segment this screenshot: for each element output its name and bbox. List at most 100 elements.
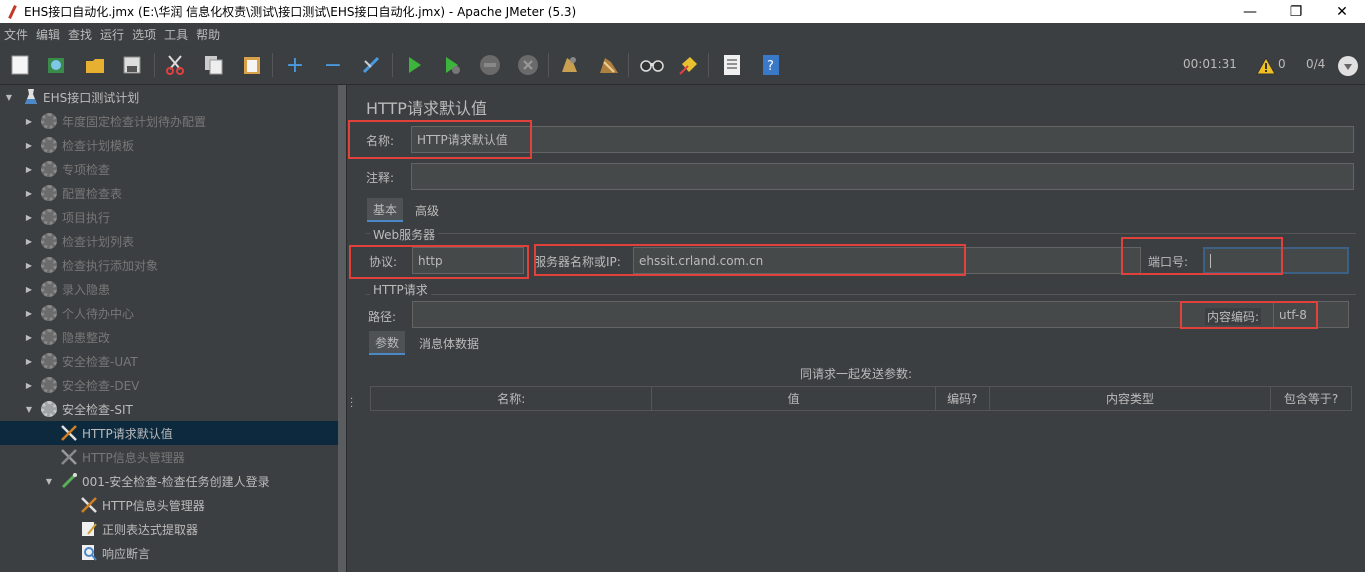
menu-search[interactable]: 查找 xyxy=(68,26,92,43)
minimize-button[interactable]: — xyxy=(1227,0,1273,23)
tree-root[interactable]: ▼ EHS接口测试计划 xyxy=(0,85,346,109)
search-icon[interactable] xyxy=(640,53,664,77)
gear-icon xyxy=(40,136,58,154)
cut-icon[interactable] xyxy=(163,53,187,77)
menu-file[interactable]: 文件 xyxy=(4,26,28,43)
tree-item-sampler-header-manager[interactable]: HTTP信息头管理器 xyxy=(0,493,346,517)
reset-search-icon[interactable] xyxy=(677,53,701,77)
collapse-arrow-icon[interactable]: ▼ xyxy=(44,476,54,486)
tab-body-data[interactable]: 消息体数据 xyxy=(413,331,485,355)
shutdown-icon[interactable] xyxy=(516,53,540,77)
toolbar: + − ? 00:01:31 0 0/4 xyxy=(0,45,1365,85)
tab-parameters[interactable]: 参数 xyxy=(369,331,406,355)
tree-item[interactable]: ▶ 安全检查-DEV xyxy=(0,373,346,397)
expand-arrow-icon[interactable]: ▶ xyxy=(24,260,34,270)
tree-scrollbar[interactable] xyxy=(338,85,346,572)
collapse-arrow-icon[interactable]: ▼ xyxy=(4,92,14,102)
highlight-name xyxy=(348,120,532,159)
wrench-screwdriver-icon xyxy=(60,448,78,466)
expand-arrow-icon[interactable]: ▶ xyxy=(24,116,34,126)
tree-item[interactable]: ▶ 隐患整改 xyxy=(0,325,346,349)
expand-arrow-icon[interactable]: ▶ xyxy=(24,284,34,294)
menu-bar: 文件 编辑 查找 运行 选项 工具 帮助 xyxy=(0,23,1365,45)
help-icon[interactable]: ? xyxy=(759,53,783,77)
column-name[interactable]: 名称: xyxy=(371,387,653,410)
expand-arrow-icon[interactable]: ▶ xyxy=(24,356,34,366)
menu-tools[interactable]: 工具 xyxy=(164,26,188,43)
wrench-screwdriver-icon xyxy=(80,496,98,514)
collapse-all-icon[interactable]: − xyxy=(321,53,345,78)
tree-item-http-defaults[interactable]: HTTP请求默认值 xyxy=(0,421,346,445)
copy-icon[interactable] xyxy=(202,53,226,77)
column-include-equals[interactable]: 包含等于? xyxy=(1271,387,1351,410)
expand-arrow-icon[interactable]: ▶ xyxy=(24,212,34,222)
expand-all-icon[interactable]: + xyxy=(283,53,307,78)
warning-icon[interactable] xyxy=(1254,54,1278,78)
maximize-button[interactable]: ❐ xyxy=(1273,0,1319,23)
gear-icon xyxy=(40,280,58,298)
column-encode[interactable]: 编码? xyxy=(936,387,990,410)
column-content-type[interactable]: 内容类型 xyxy=(990,387,1272,410)
jmeter-feather-icon xyxy=(5,5,19,19)
save-icon[interactable] xyxy=(120,53,144,77)
title-bar: EHS接口自动化.jmx (E:\华润 信息化权责\测试\接口测试\EHS接口自… xyxy=(0,0,1365,23)
tree-item-response-assertion[interactable]: 响应断言 xyxy=(0,541,346,565)
elapsed-timer: 00:01:31 xyxy=(1183,57,1237,71)
tree-item[interactable]: ▶ 个人待办中心 xyxy=(0,301,346,325)
clear-icon[interactable] xyxy=(558,53,582,77)
column-value[interactable]: 值 xyxy=(652,387,936,410)
params-table-header: 名称: 值 编码? 内容类型 包含等于? xyxy=(370,386,1352,411)
menu-edit[interactable]: 编辑 xyxy=(36,26,60,43)
clear-all-icon[interactable] xyxy=(597,53,621,77)
templates-icon[interactable] xyxy=(44,53,68,77)
tree-item[interactable]: ▶ 年度固定检查计划待办配置 xyxy=(0,109,346,133)
tree-item-regex-extractor[interactable]: 正则表达式提取器 xyxy=(0,517,346,541)
tree-item-header-manager[interactable]: HTTP信息头管理器 xyxy=(0,445,346,469)
expand-arrow-icon[interactable]: ▶ xyxy=(24,380,34,390)
new-icon[interactable] xyxy=(8,53,32,77)
tree-item[interactable]: ▶ 检查执行添加对象 xyxy=(0,253,346,277)
highlight-port xyxy=(1121,237,1283,275)
tree-item[interactable]: ▶ 检查计划列表 xyxy=(0,229,346,253)
expand-arrow-icon[interactable]: ▶ xyxy=(24,308,34,318)
toggle-icon[interactable] xyxy=(359,53,383,77)
window-title: EHS接口自动化.jmx (E:\华润 信息化权责\测试\接口测试\EHS接口自… xyxy=(24,5,577,19)
tree-item-sampler[interactable]: ▼ 001-安全检查-检查任务创建人登录 xyxy=(0,469,346,493)
open-icon[interactable] xyxy=(83,53,107,77)
expand-arrow-icon[interactable]: ▶ xyxy=(24,236,34,246)
gear-icon xyxy=(40,400,58,418)
comment-input[interactable] xyxy=(411,163,1354,190)
tree-item[interactable]: ▼ 安全检查-SIT xyxy=(0,397,346,421)
start-no-pauses-icon[interactable] xyxy=(440,53,464,77)
menu-help[interactable]: 帮助 xyxy=(196,26,220,43)
tree-item[interactable]: ▶ 配置检查表 xyxy=(0,181,346,205)
expand-arrow-icon[interactable]: ▶ xyxy=(24,164,34,174)
close-button[interactable]: ✕ xyxy=(1319,0,1365,23)
gear-icon xyxy=(40,352,58,370)
test-plan-tree: ▼ EHS接口测试计划 ▶ 年度固定检查计划待办配置 ▶ 检查计划模板 ▶ 专项… xyxy=(0,85,346,572)
name-input[interactable]: HTTP请求默认值 xyxy=(411,126,1354,153)
tree-item[interactable]: ▶ 专项检查 xyxy=(0,157,346,181)
web-server-group-title: Web服务器 xyxy=(370,226,439,243)
menu-run[interactable]: 运行 xyxy=(100,26,124,43)
tab-advanced[interactable]: 高级 xyxy=(409,198,445,222)
gear-icon xyxy=(40,328,58,346)
stop-icon[interactable] xyxy=(478,53,502,77)
expand-arrow-icon[interactable]: ▶ xyxy=(24,188,34,198)
collapse-arrow-icon[interactable]: ▼ xyxy=(24,404,34,414)
expand-arrow-icon[interactable]: ▶ xyxy=(24,332,34,342)
tree-item[interactable]: ▶ 安全检查-UAT xyxy=(0,349,346,373)
menu-options[interactable]: 选项 xyxy=(132,26,156,43)
tree-item[interactable]: ▶ 检查计划模板 xyxy=(0,133,346,157)
tree-item[interactable]: ▶ 项目执行 xyxy=(0,205,346,229)
expand-arrow-icon[interactable]: ▶ xyxy=(24,140,34,150)
gear-icon xyxy=(40,232,58,250)
start-icon[interactable] xyxy=(402,53,426,77)
panel-heading: HTTP请求默认值 xyxy=(366,99,487,118)
gear-icon xyxy=(40,376,58,394)
paste-icon[interactable] xyxy=(240,53,264,77)
highlight-protocol xyxy=(349,245,529,279)
function-helper-icon[interactable] xyxy=(720,53,744,77)
tree-item[interactable]: ▶ 录入隐患 xyxy=(0,277,346,301)
tab-basic[interactable]: 基本 xyxy=(367,198,404,222)
